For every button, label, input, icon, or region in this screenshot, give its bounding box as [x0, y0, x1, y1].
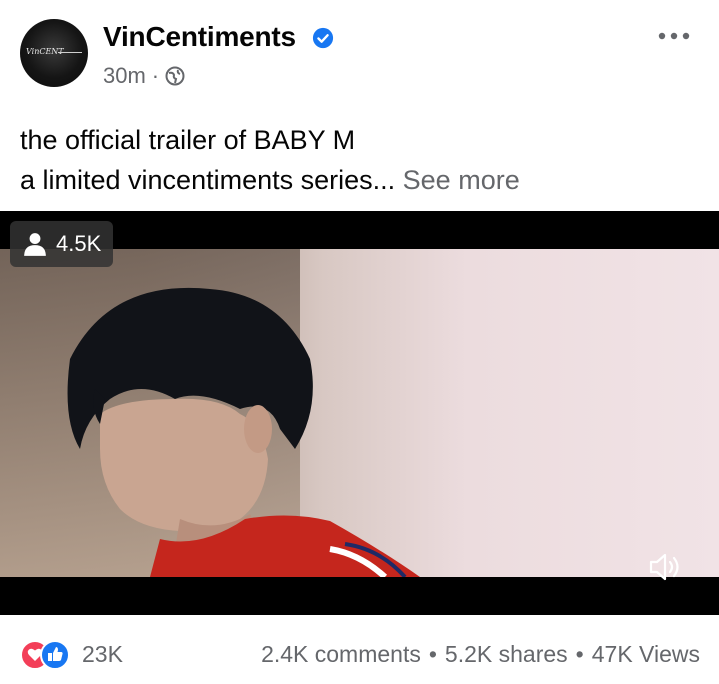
post-time[interactable]: 30m — [103, 63, 146, 89]
post-caption: the official trailer of BABY M a limited… — [20, 120, 700, 200]
stats-separator: • — [428, 640, 437, 667]
volume-icon[interactable] — [648, 552, 684, 582]
caption-line-2-text: a limited vincentiments series... — [20, 165, 396, 195]
page-name[interactable]: VinCentiments — [103, 21, 296, 53]
shares-count[interactable]: 5.2K shares — [445, 641, 568, 668]
see-more-link[interactable]: See more — [403, 165, 520, 195]
engagement-bar: 23K 2.4K comments • 5.2K shares • 47K Vi… — [20, 634, 700, 674]
caption-line-2: a limited vincentiments series... See mo… — [20, 160, 700, 200]
video-frame[interactable] — [0, 249, 719, 577]
reaction-count[interactable]: 23K — [82, 641, 123, 668]
verified-badge-icon — [312, 27, 334, 49]
globe-icon — [165, 66, 185, 86]
avatar-signature-line — [58, 52, 82, 53]
post-counts: 2.4K comments • 5.2K shares • 47K Views — [261, 641, 700, 668]
post-meta: 30m · — [103, 61, 185, 91]
video-still — [67, 287, 420, 577]
caption-line-1: the official trailer of BABY M — [20, 125, 356, 155]
like-reaction-icon — [40, 640, 70, 670]
views-count: 47K Views — [591, 640, 700, 667]
post-header: VinCENT VinCentiments 30m · — [0, 0, 719, 110]
video-player[interactable]: 4.5K — [0, 211, 719, 615]
live-viewer-badge: 4.5K — [10, 221, 114, 267]
reaction-icons[interactable] — [20, 639, 76, 670]
viewer-person-icon — [24, 233, 46, 256]
page-avatar[interactable]: VinCENT — [20, 19, 88, 87]
stats-separator: • — [575, 640, 584, 667]
comments-count[interactable]: 2.4K comments — [261, 641, 421, 668]
more-options-icon[interactable] — [657, 30, 691, 42]
viewer-count: 4.5K — [56, 231, 102, 256]
meta-separator: · — [151, 63, 160, 88]
